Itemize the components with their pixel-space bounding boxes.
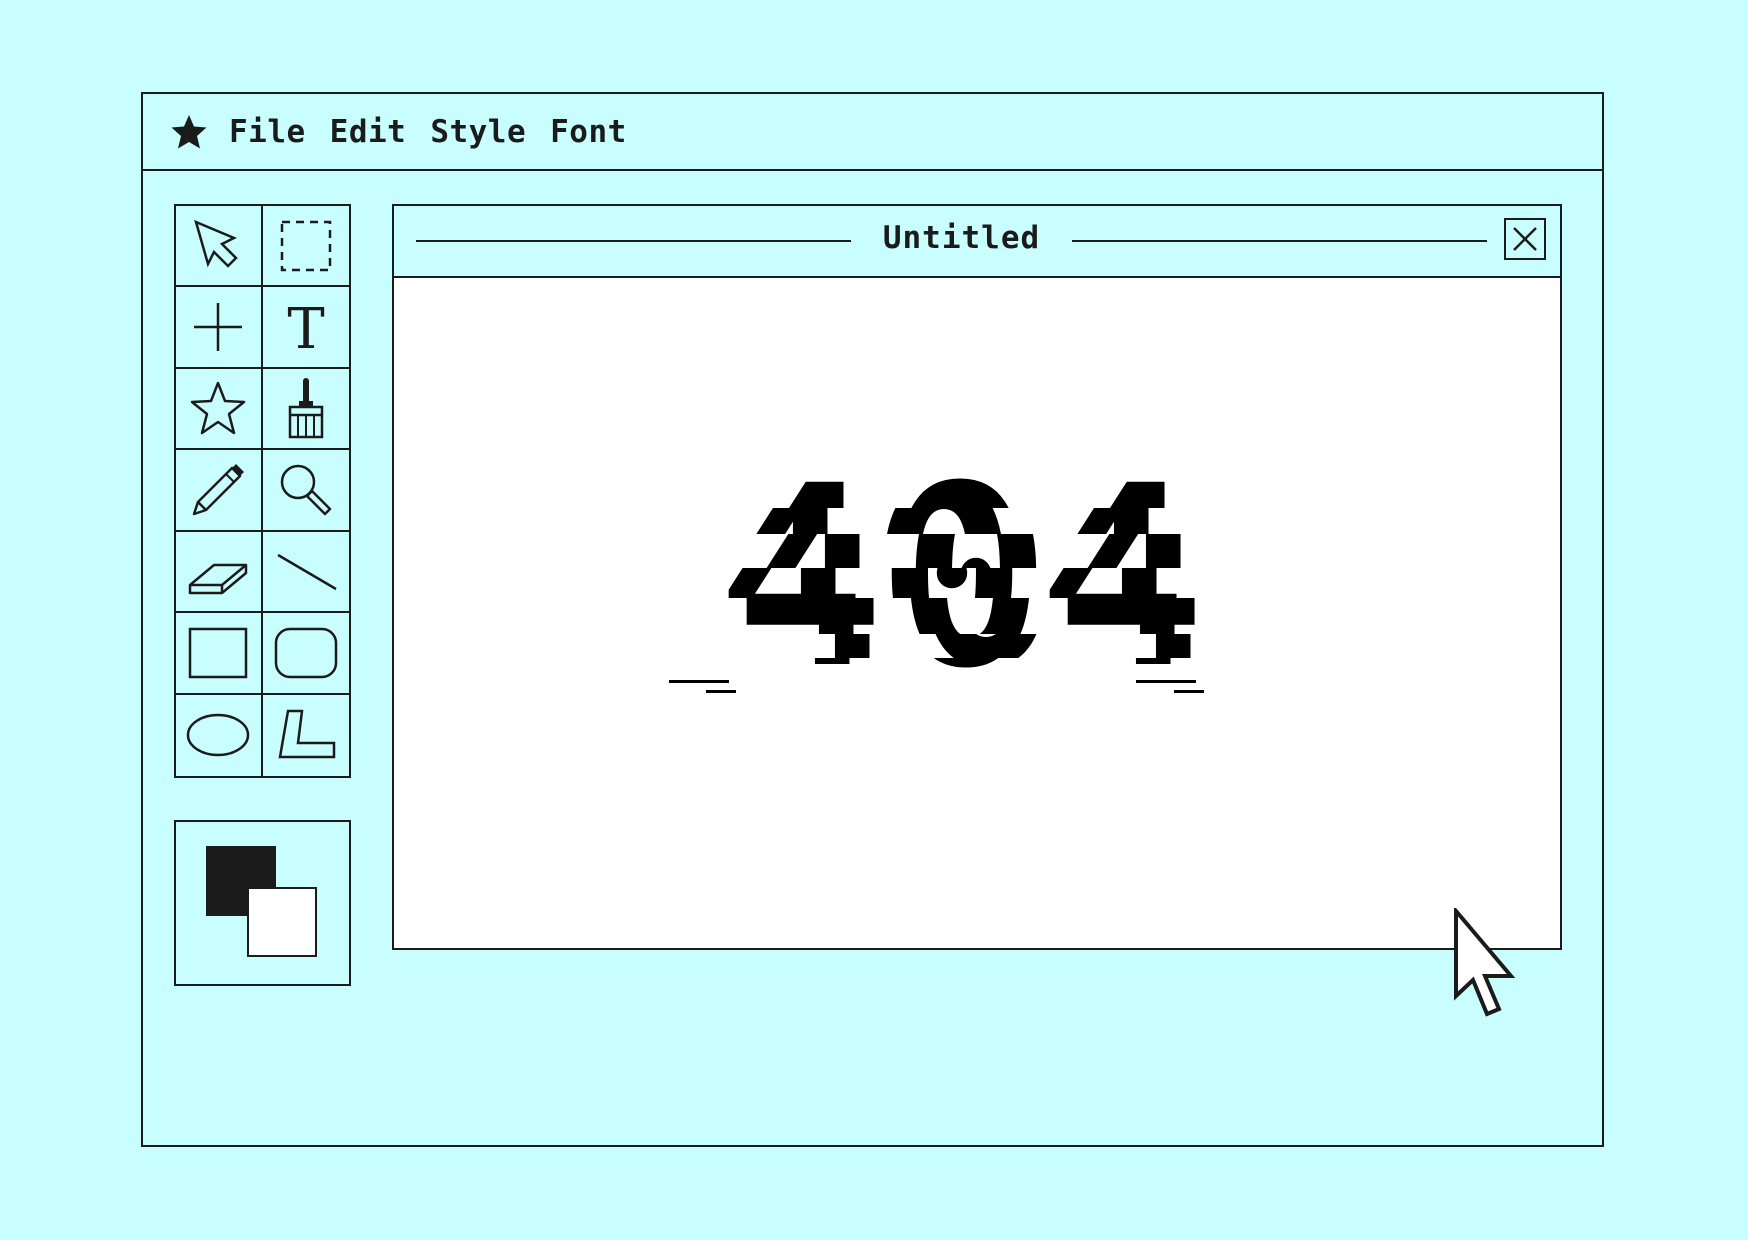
app-window: File Edit Style Font T Untitled (141, 92, 1604, 1147)
glitch-streak (1136, 680, 1196, 683)
glitch-streak (706, 690, 736, 693)
glitch-slice-text: 404 (382, 468, 1548, 508)
tool-text[interactable]: T (262, 287, 349, 369)
tool-pencil[interactable] (176, 450, 263, 532)
tool-arrow-select[interactable] (176, 206, 263, 288)
paint-brush-icon (288, 377, 323, 438)
arrow-select-icon (194, 219, 239, 268)
glitch-slice-text: 404 (374, 568, 1540, 598)
rectangle-tool-icon (189, 627, 248, 679)
glitch-streak (669, 680, 729, 683)
tool-line[interactable] (262, 532, 349, 614)
background-color-swatch[interactable] (247, 887, 317, 957)
menu-file[interactable]: File (229, 114, 306, 150)
rounded-rectangle-tool-icon (274, 627, 337, 679)
document-title: Untitled (882, 220, 1041, 256)
tool-magnifier[interactable] (262, 450, 349, 532)
tool-ellipse[interactable] (176, 694, 263, 776)
color-selector (174, 820, 351, 986)
menu-bar: File Edit Style Font (143, 94, 1602, 171)
drawing-canvas[interactable]: 404 404 404 404 404 404 404 (394, 278, 1560, 948)
tool-paint-brush[interactable] (262, 369, 349, 451)
star-icon[interactable] (169, 112, 209, 152)
glitch-slice-text: 404 (366, 508, 1532, 534)
tool-rounded-rectangle[interactable] (262, 613, 349, 695)
glitch-streak (1174, 690, 1204, 693)
menu-edit[interactable]: Edit (330, 114, 407, 150)
error-404-text: 404 404 404 404 404 404 404 (392, 468, 1560, 693)
menu-font[interactable]: Font (550, 114, 627, 150)
eraser-icon (189, 564, 248, 595)
tool-palette: T (174, 204, 351, 778)
glitch-slice-text: 404 (388, 658, 1554, 688)
tool-star-shape[interactable] (176, 368, 263, 451)
line-tool-icon (277, 554, 337, 591)
magnifier-icon (280, 464, 331, 516)
ellipse-tool-icon (187, 714, 250, 757)
tool-rectangle[interactable] (176, 613, 263, 695)
close-icon (1513, 227, 1537, 251)
svg-text:T: T (287, 297, 324, 359)
close-button[interactable] (1504, 218, 1546, 260)
document-window: Untitled 404 404 404 404 (392, 204, 1562, 950)
polygon-tool-icon (278, 710, 335, 759)
glitch-slice-text: 404 (408, 634, 1574, 658)
star-shape-icon (191, 381, 246, 434)
marquee-select-icon (280, 220, 331, 271)
menu-style[interactable]: Style (430, 114, 526, 150)
pencil-icon (193, 463, 245, 516)
tool-marquee-select[interactable] (262, 206, 349, 288)
tool-crosshair[interactable] (176, 287, 263, 369)
document-title-bar[interactable]: Untitled (394, 206, 1560, 278)
tool-eraser[interactable] (176, 531, 263, 614)
mouse-pointer-icon (1454, 908, 1516, 1017)
glitch-slice-text: 404 (392, 598, 1558, 634)
text-tool-icon: T (287, 297, 324, 359)
crosshair-icon (194, 303, 243, 352)
glitch-slice-text: 404 (398, 534, 1564, 568)
tool-polygon[interactable] (263, 695, 350, 776)
